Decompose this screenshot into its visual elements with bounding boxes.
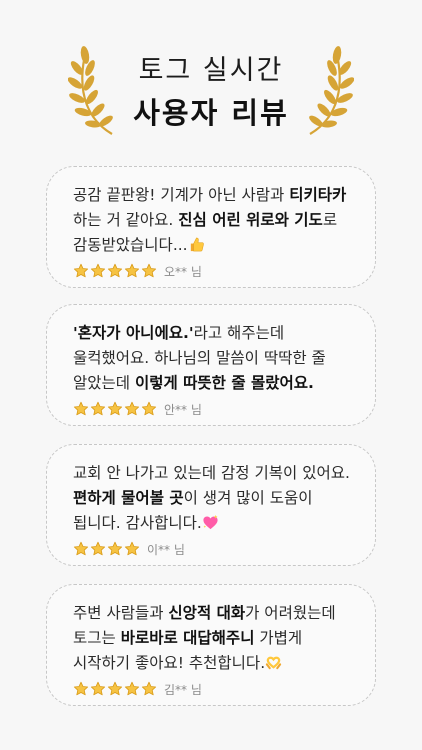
review-card: 교회 안 나가고 있는데 감정 기복이 있어요. 편하게 물어볼 곳이 생겨 많… — [46, 444, 376, 566]
star-icon — [107, 681, 123, 696]
star-icon — [90, 263, 106, 278]
star-icon — [73, 401, 89, 416]
heart-hands-icon — [265, 656, 282, 670]
thumbs-up-icon — [190, 237, 204, 252]
star-icon — [124, 263, 140, 278]
review-card: '혼자가 아니에요.'라고 해주는데 울컥했어요. 하나님의 말씀이 딱딱한 줄… — [46, 304, 376, 426]
star-icon — [141, 263, 157, 278]
reviewer-name: 안** 님 — [164, 402, 202, 417]
star-icon — [124, 401, 140, 416]
star-rating — [73, 681, 157, 697]
star-icon — [73, 681, 89, 696]
star-icon — [107, 401, 123, 416]
star-rating — [73, 263, 157, 279]
star-icon — [107, 263, 123, 278]
header-title-line2: 사용자 리뷰 — [133, 96, 289, 130]
star-icon — [124, 541, 140, 556]
reviewer-name: 이** 님 — [147, 542, 185, 557]
reviewer-name: 김** 님 — [164, 682, 202, 697]
star-icon — [141, 681, 157, 696]
star-icon — [73, 263, 89, 278]
review-text: '혼자가 아니에요.'라고 해주는데 울컥했어요. 하나님의 말씀이 딱딱한 줄… — [73, 324, 326, 392]
review-meta: 안** 님 — [73, 398, 353, 420]
header-title-line1: 토그 실시간 — [138, 55, 284, 86]
sparkling-heart-icon — [203, 514, 218, 530]
review-card: 주변 사람들과 신앙적 대화가 어려웠는데 토그는 바로바로 대답해주니 가볍게… — [46, 584, 376, 706]
review-card: 공감 끝판왕! 기계가 아닌 사람과 티키타카 하는 거 같아요. 진심 어린 … — [46, 166, 376, 288]
header: 토그 실시간 사용자 리뷰 — [0, 0, 422, 150]
review-meta: 김** 님 — [73, 678, 353, 700]
star-rating — [73, 401, 157, 417]
review-meta: 이** 님 — [73, 538, 353, 560]
review-text: 공감 끝판왕! 기계가 아닌 사람과 티키타카 하는 거 같아요. 진심 어린 … — [73, 186, 347, 254]
reviewer-name: 오** 님 — [164, 264, 202, 279]
star-icon — [90, 681, 106, 696]
star-icon — [73, 541, 89, 556]
review-text: 주변 사람들과 신앙적 대화가 어려웠는데 토그는 바로바로 대답해주니 가볍게… — [73, 604, 336, 672]
review-text: 교회 안 나가고 있는데 감정 기복이 있어요. 편하게 물어볼 곳이 생겨 많… — [73, 464, 350, 532]
star-icon — [90, 401, 106, 416]
star-rating — [73, 541, 140, 557]
star-icon — [124, 681, 140, 696]
star-icon — [90, 541, 106, 556]
star-icon — [141, 401, 157, 416]
review-meta: 오** 님 — [73, 260, 353, 282]
star-icon — [107, 541, 123, 556]
